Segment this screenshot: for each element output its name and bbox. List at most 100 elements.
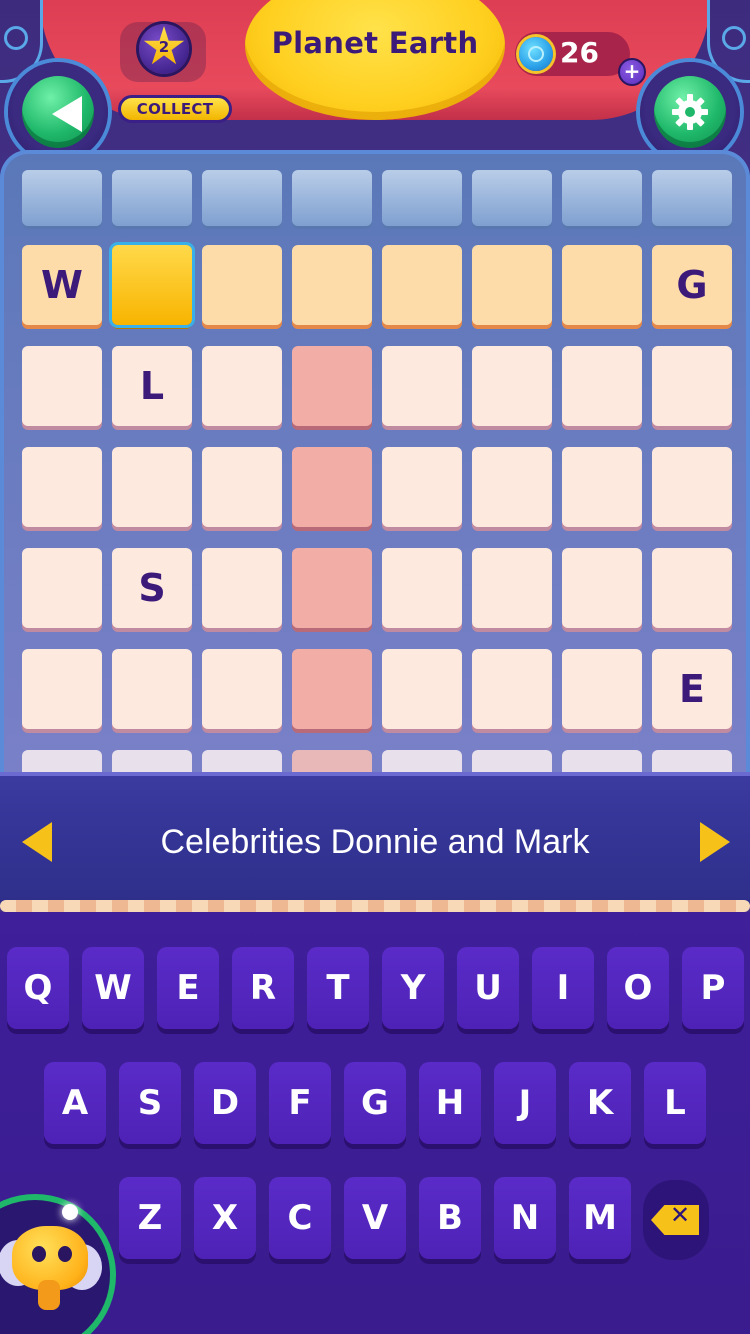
key-l[interactable]: L bbox=[644, 1062, 706, 1144]
grid-cell[interactable] bbox=[562, 346, 642, 426]
grid-cell[interactable] bbox=[202, 649, 282, 729]
grid-cell[interactable] bbox=[292, 447, 372, 527]
key-u[interactable]: U bbox=[457, 947, 519, 1029]
key-x[interactable]: X bbox=[194, 1177, 256, 1259]
grid-cell[interactable] bbox=[202, 447, 282, 527]
key-r[interactable]: R bbox=[232, 947, 294, 1029]
grid-cell[interactable] bbox=[22, 447, 102, 527]
grid-cell[interactable]: S bbox=[112, 548, 192, 628]
game-screen: Planet Earth 2 COLLECT 26 + W G L S E Ce… bbox=[0, 0, 750, 1334]
key-d[interactable]: D bbox=[194, 1062, 256, 1144]
grid-cell[interactable] bbox=[292, 649, 372, 729]
grid-cell[interactable] bbox=[472, 245, 552, 325]
grid-cell[interactable] bbox=[112, 649, 192, 729]
back-arrow-shape bbox=[52, 96, 82, 132]
grid-cell[interactable] bbox=[202, 245, 282, 325]
grid-cell[interactable] bbox=[562, 170, 642, 226]
settings-button[interactable] bbox=[640, 62, 740, 162]
grid-cell[interactable] bbox=[292, 346, 372, 426]
back-button-face bbox=[22, 76, 94, 148]
previous-arrow-icon bbox=[22, 822, 52, 862]
grid-cell[interactable] bbox=[382, 346, 462, 426]
key-b[interactable]: B bbox=[419, 1177, 481, 1259]
star-count: 2 bbox=[158, 38, 170, 56]
grid-cell[interactable] bbox=[22, 548, 102, 628]
key-j[interactable]: J bbox=[494, 1062, 556, 1144]
grid-cell[interactable] bbox=[382, 548, 462, 628]
grid-cell[interactable] bbox=[472, 447, 552, 527]
key-y[interactable]: Y bbox=[382, 947, 444, 1029]
grid-cell[interactable] bbox=[472, 346, 552, 426]
grid-cell-selected[interactable] bbox=[112, 245, 192, 325]
previous-clue-button[interactable] bbox=[22, 822, 52, 862]
next-arrow-icon bbox=[700, 822, 730, 862]
frame-dot-left bbox=[4, 26, 28, 50]
key-s[interactable]: S bbox=[119, 1062, 181, 1144]
grid-cell[interactable] bbox=[472, 649, 552, 729]
grid-cell[interactable]: E bbox=[652, 649, 732, 729]
grid-cell[interactable] bbox=[652, 346, 732, 426]
grid-cell[interactable] bbox=[202, 346, 282, 426]
grid-cell[interactable] bbox=[652, 170, 732, 226]
coin-count: 26 bbox=[560, 36, 599, 69]
coin-icon-inner bbox=[528, 46, 544, 62]
grid-cell[interactable] bbox=[202, 170, 282, 226]
grid-cell[interactable] bbox=[292, 548, 372, 628]
mascot-antenna bbox=[62, 1204, 78, 1220]
grid-cell[interactable] bbox=[562, 649, 642, 729]
key-p[interactable]: P bbox=[682, 947, 744, 1029]
grid-cell[interactable] bbox=[382, 649, 462, 729]
key-a[interactable]: A bbox=[44, 1062, 106, 1144]
back-arrow-icon bbox=[32, 76, 104, 148]
grid-cell[interactable] bbox=[22, 649, 102, 729]
grid-cell[interactable] bbox=[652, 447, 732, 527]
key-o[interactable]: O bbox=[607, 947, 669, 1029]
grid-cell[interactable] bbox=[562, 245, 642, 325]
grid-cell[interactable] bbox=[292, 245, 372, 325]
key-c[interactable]: C bbox=[269, 1177, 331, 1259]
add-coins-button[interactable]: + bbox=[618, 58, 646, 86]
key-t[interactable]: T bbox=[307, 947, 369, 1029]
grid-cell[interactable] bbox=[292, 170, 372, 226]
crossword-board: W G L S E bbox=[0, 150, 750, 790]
collect-button[interactable]: COLLECT bbox=[118, 95, 232, 123]
grid-cell[interactable] bbox=[22, 170, 102, 226]
next-clue-button[interactable] bbox=[700, 822, 730, 862]
grid-cell[interactable] bbox=[562, 548, 642, 628]
key-i[interactable]: I bbox=[532, 947, 594, 1029]
grid-cell[interactable] bbox=[202, 548, 282, 628]
mascot-eye-left bbox=[32, 1246, 46, 1262]
clue-text: Celebrities Donnie and Mark bbox=[160, 823, 590, 861]
key-h[interactable]: H bbox=[419, 1062, 481, 1144]
key-g[interactable]: G bbox=[344, 1062, 406, 1144]
grid-cell[interactable] bbox=[472, 548, 552, 628]
key-n[interactable]: N bbox=[494, 1177, 556, 1259]
grid-cell[interactable] bbox=[382, 170, 462, 226]
frame-dot-right bbox=[722, 26, 746, 50]
grid-cell[interactable] bbox=[112, 170, 192, 226]
gear-icon bbox=[672, 94, 708, 130]
mascot-eye-right bbox=[58, 1246, 72, 1262]
settings-button-face bbox=[654, 76, 726, 148]
grid-cell[interactable] bbox=[382, 447, 462, 527]
key-w[interactable]: W bbox=[82, 947, 144, 1029]
grid-cell[interactable]: W bbox=[22, 245, 102, 325]
grid-cell[interactable]: L bbox=[112, 346, 192, 426]
grid-cell[interactable]: G bbox=[652, 245, 732, 325]
key-v[interactable]: V bbox=[344, 1177, 406, 1259]
grid-cell[interactable] bbox=[472, 170, 552, 226]
back-button[interactable] bbox=[8, 62, 108, 162]
key-m[interactable]: M bbox=[569, 1177, 631, 1259]
key-f[interactable]: F bbox=[269, 1062, 331, 1144]
key-z[interactable]: Z bbox=[119, 1177, 181, 1259]
grid-cell[interactable] bbox=[112, 447, 192, 527]
backspace-x-icon: ✕ bbox=[669, 1201, 691, 1229]
level-title: Planet Earth bbox=[271, 26, 479, 60]
grid-cell[interactable] bbox=[652, 548, 732, 628]
grid-cell[interactable] bbox=[562, 447, 642, 527]
key-k[interactable]: K bbox=[569, 1062, 631, 1144]
grid-cell[interactable] bbox=[382, 245, 462, 325]
key-e[interactable]: E bbox=[157, 947, 219, 1029]
grid-cell[interactable] bbox=[22, 346, 102, 426]
key-q[interactable]: Q bbox=[7, 947, 69, 1029]
